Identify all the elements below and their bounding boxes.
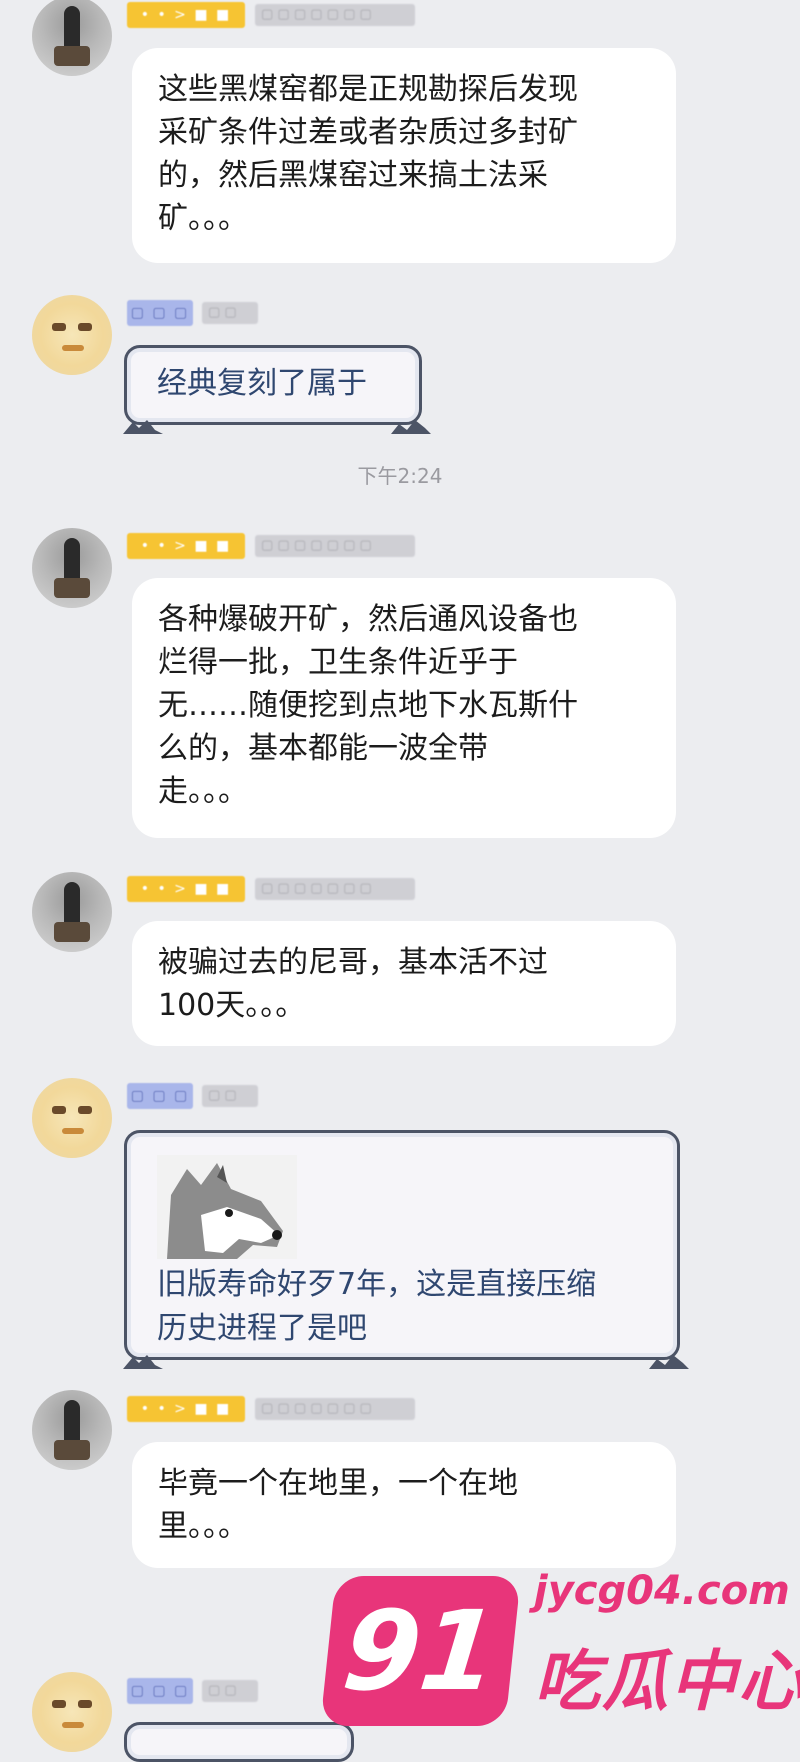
message-bubble[interactable]: 被骗过去的尼哥，基本活不过 100天。。。 [132,921,676,1046]
dog-icon [157,1155,297,1259]
watermark-site: jycg04.com [534,1568,790,1614]
avatar[interactable] [32,1672,112,1752]
avatar[interactable] [32,1390,112,1470]
wave-decoration-icon [649,1355,689,1369]
message-line: 采矿条件过差或者杂质过多封矿 [158,115,578,150]
message-line: 历史进程了是吧 [157,1311,367,1346]
member-badge: • • > ■ ■ [127,2,245,28]
member-badge: ▢ ▢ ▢ [127,1678,193,1704]
message-bubble[interactable]: 旧版寿命好歹7年，这是直接压缩 历史进程了是吧 [123,1130,689,1369]
message-line: 各种爆破开矿，然后通风设备也 [158,602,578,637]
message-line: 这些黑煤窑都是正规勘探后发现 [158,72,578,107]
message-line: 里。。。 [158,1509,248,1544]
sender-name: ▢ ▢ ▢ ▢ ▢ ▢ ▢ [255,535,415,557]
avatar[interactable] [32,1078,112,1158]
message-line: 毕竟一个在地里，一个在地 [158,1466,518,1501]
message-bubble[interactable]: 经典复刻了属于 [123,345,431,434]
member-badge: • • > ■ ■ [127,1396,245,1422]
sender-name: ▢ ▢ [202,302,258,324]
wave-decoration-icon [123,420,163,434]
message-line: 无……随便挖到点地下水瓦斯什 [158,688,578,723]
message-line: 走。。。 [158,774,248,809]
avatar[interactable] [32,872,112,952]
message-line: 100天。。。 [158,988,306,1023]
sender-name: ▢ ▢ ▢ ▢ ▢ ▢ ▢ [255,1398,415,1420]
message-line: 的，然后黑煤窑过来搞土法采 [158,158,548,193]
message-line: 经典复刻了属于 [157,366,367,401]
message-bubble[interactable] [124,1722,354,1762]
member-badge: ▢ ▢ ▢ [127,300,193,326]
watermark: 91 jycg04.com 吃瓜中心 [320,1568,800,1733]
message-line: 被骗过去的尼哥，基本活不过 [158,945,548,980]
message-line: 旧版寿命好歹7年，这是直接压缩 [157,1267,597,1302]
avatar[interactable] [32,0,112,76]
wave-decoration-icon [391,420,431,434]
member-badge: • • > ■ ■ [127,533,245,559]
sender-name: ▢ ▢ [202,1085,258,1107]
message-line: 矿。。。 [158,201,248,236]
member-badge: ▢ ▢ ▢ [127,1083,193,1109]
sender-name: ▢ ▢ [202,1680,258,1702]
avatar[interactable] [32,295,112,375]
timestamp: 下午2:24 [357,464,443,488]
watermark-name: 吃瓜中心 [534,1643,800,1720]
dog-sticker-image [157,1155,297,1259]
message-line: 么的，基本都能一波全带 [158,731,488,766]
member-badge: • • > ■ ■ [127,876,245,902]
wave-decoration-icon [123,1355,163,1369]
message-bubble[interactable]: 毕竟一个在地里，一个在地 里。。。 [132,1442,676,1568]
avatar[interactable] [32,528,112,608]
message-bubble[interactable]: 这些黑煤窑都是正规勘探后发现 采矿条件过差或者杂质过多封矿 的，然后黑煤窑过来搞… [132,48,676,263]
message-line: 烂得一批，卫生条件近乎于 [158,645,518,680]
sender-name: ▢ ▢ ▢ ▢ ▢ ▢ ▢ [255,878,415,900]
sender-name: ▢ ▢ ▢ ▢ ▢ ▢ ▢ [255,4,415,26]
message-bubble[interactable]: 各种爆破开矿，然后通风设备也 烂得一批，卫生条件近乎于 无……随便挖到点地下水瓦… [132,578,676,838]
watermark-logo: 91 [320,1576,521,1726]
